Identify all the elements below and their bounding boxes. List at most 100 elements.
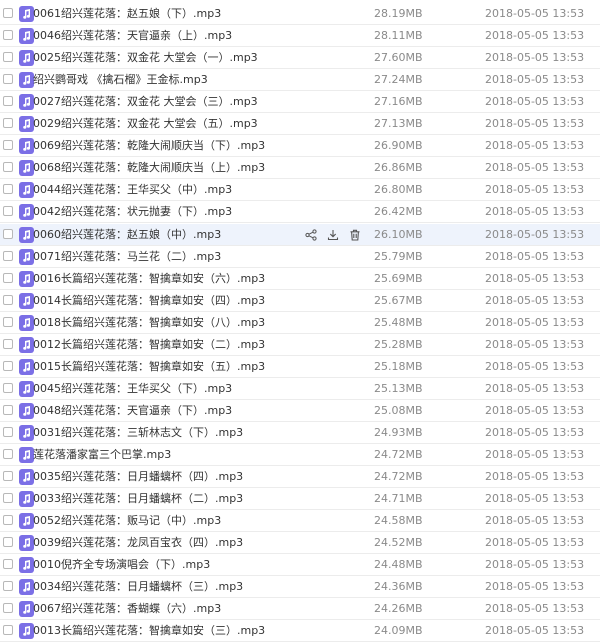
file-row[interactable]: 0039绍兴莲花落：龙凤百宝衣（四）.mp3 24.52MB 2018-05-0… <box>0 532 600 555</box>
row-checkbox[interactable] <box>3 426 13 437</box>
row-checkbox[interactable] <box>3 184 13 195</box>
file-row[interactable]: 0067绍兴莲花落：香蝴蝶（六）.mp3 24.26MB 2018-05-05 … <box>0 598 600 621</box>
row-checkbox[interactable] <box>3 206 13 217</box>
file-name[interactable]: 0068绍兴莲花落：乾隆大闹顺庆当（上）.mp3 <box>33 157 265 179</box>
file-name[interactable]: 0071绍兴莲花落：马兰花（二）.mp3 <box>33 246 221 268</box>
row-checkbox[interactable] <box>3 228 13 239</box>
row-checkbox[interactable] <box>3 74 13 85</box>
music-file-icon <box>19 138 34 155</box>
file-row[interactable]: 0018长篇绍兴莲花落：智擒章如安（八）.mp3 25.48MB 2018-05… <box>0 312 600 334</box>
file-name[interactable]: 0044绍兴莲花落：王华买父（中）.mp3 <box>33 179 232 201</box>
file-row[interactable]: 0044绍兴莲花落：王华买父（中）.mp3 26.80MB 2018-05-05… <box>0 179 600 202</box>
file-name[interactable]: 0013长篇绍兴莲花落：智擒章如安（三）.mp3 <box>33 620 265 642</box>
file-row[interactable]: 0061绍兴莲花落：赵五娘（下）.mp3 28.19MB 2018-05-05 … <box>0 3 600 25</box>
row-checkbox[interactable] <box>3 140 13 151</box>
music-file-icon <box>19 226 34 243</box>
file-name[interactable]: 0048绍兴莲花落：天官逼亲（下）.mp3 <box>33 400 232 422</box>
file-name[interactable]: 0010倪齐全专场演唱会（下）.mp3 <box>33 554 210 576</box>
file-row[interactable]: 0016长篇绍兴莲花落：智擒章如安（六）.mp3 25.69MB 2018-05… <box>0 268 600 290</box>
file-row[interactable]: 0034绍兴莲花落：日月蟠螭杯（三）.mp3 24.36MB 2018-05-0… <box>0 576 600 599</box>
row-checkbox[interactable] <box>3 382 13 393</box>
file-name[interactable]: 绍兴鹦哥戏 《擒石榴》王金标.mp3 <box>33 69 208 91</box>
file-name[interactable]: 0034绍兴莲花落：日月蟠螭杯（三）.mp3 <box>33 576 243 598</box>
music-file-icon <box>19 491 34 508</box>
file-row[interactable]: 0068绍兴莲花落：乾隆大闹顺庆当（上）.mp3 26.86MB 2018-05… <box>0 157 600 180</box>
file-row[interactable]: 0029绍兴莲花落：双金花 大堂会（五）.mp3 27.13MB 2018-05… <box>0 113 600 136</box>
row-checkbox[interactable] <box>3 603 13 614</box>
file-row[interactable]: 0014长篇绍兴莲花落：智擒章如安（四）.mp3 25.67MB 2018-05… <box>0 290 600 312</box>
trash-icon[interactable] <box>347 227 363 243</box>
row-checkbox[interactable] <box>3 559 13 570</box>
file-name[interactable]: 0039绍兴莲花落：龙凤百宝衣（四）.mp3 <box>33 532 243 554</box>
row-checkbox[interactable] <box>3 250 13 261</box>
file-date: 2018-05-05 13:53 <box>485 536 585 550</box>
file-size: 26.80MB <box>374 183 423 197</box>
file-row[interactable]: 0035绍兴莲花落：日月蟠螭杯（四）.mp3 24.72MB 2018-05-0… <box>0 466 600 489</box>
row-checkbox[interactable] <box>3 493 13 504</box>
row-checkbox[interactable] <box>3 8 13 18</box>
row-checkbox[interactable] <box>3 537 13 548</box>
file-row[interactable]: 0027绍兴莲花落：双金花 大堂会（三）.mp3 27.16MB 2018-05… <box>0 91 600 114</box>
file-name[interactable]: 0014长篇绍兴莲花落：智擒章如安（四）.mp3 <box>33 290 265 312</box>
file-name[interactable]: 0067绍兴莲花落：香蝴蝶（六）.mp3 <box>33 598 221 620</box>
row-checkbox[interactable] <box>3 338 13 349</box>
file-row[interactable]: 0012长篇绍兴莲花落：智擒章如安（二）.mp3 25.28MB 2018-05… <box>0 334 600 356</box>
file-name[interactable]: 0018长篇绍兴莲花落：智擒章如安（八）.mp3 <box>33 312 265 334</box>
file-name[interactable]: 0060绍兴莲花落：赵五娘（中）.mp3 <box>33 224 221 246</box>
row-checkbox[interactable] <box>3 294 13 305</box>
row-checkbox[interactable] <box>3 96 13 107</box>
row-checkbox[interactable] <box>3 404 13 415</box>
file-row[interactable]: 0052绍兴莲花落：贩马记（中）.mp3 24.58MB 2018-05-05 … <box>0 510 600 533</box>
file-row[interactable]: 0060绍兴莲花落：赵五娘（中）.mp3 26.10MB 2018-05-05 … <box>0 223 600 246</box>
file-row[interactable]: 0046绍兴莲花落：天官逼亲（上）.mp3 28.11MB 2018-05-05… <box>0 25 600 48</box>
music-file-icon <box>19 557 34 574</box>
row-checkbox[interactable] <box>3 360 13 371</box>
row-checkbox[interactable] <box>3 316 13 327</box>
file-name[interactable]: 0042绍兴莲花落：状元抛妻（下）.mp3 <box>33 201 232 223</box>
file-row[interactable]: 莲花落潘家富三个巴掌.mp3 24.72MB 2018-05-05 13:53 <box>0 444 600 466</box>
file-name[interactable]: 0031绍兴莲花落：三斩林志文（下）.mp3 <box>33 422 243 444</box>
file-row[interactable]: 0013长篇绍兴莲花落：智擒章如安（三）.mp3 24.09MB 2018-05… <box>0 620 600 642</box>
row-checkbox[interactable] <box>3 449 13 459</box>
row-checkbox[interactable] <box>3 162 13 173</box>
row-checkbox[interactable] <box>3 581 13 592</box>
file-size: 25.48MB <box>374 315 423 329</box>
file-name[interactable]: 0012长篇绍兴莲花落：智擒章如安（二）.mp3 <box>33 334 265 356</box>
file-row[interactable]: 0010倪齐全专场演唱会（下）.mp3 24.48MB 2018-05-05 1… <box>0 554 600 577</box>
download-icon[interactable] <box>325 227 341 243</box>
file-row[interactable]: 0048绍兴莲花落：天官逼亲（下）.mp3 25.08MB 2018-05-05… <box>0 400 600 422</box>
file-name[interactable]: 0045绍兴莲花落：王华买父（下）.mp3 <box>33 378 232 400</box>
file-row[interactable]: 0069绍兴莲花落：乾隆大闹顺庆当（下）.mp3 26.90MB 2018-05… <box>0 135 600 158</box>
file-name[interactable]: 0052绍兴莲花落：贩马记（中）.mp3 <box>33 510 221 532</box>
file-name[interactable]: 莲花落潘家富三个巴掌.mp3 <box>33 444 171 466</box>
row-checkbox[interactable] <box>3 118 13 129</box>
file-name[interactable]: 0016长篇绍兴莲花落：智擒章如安（六）.mp3 <box>33 268 265 290</box>
file-row[interactable]: 0033绍兴莲花落：日月蟠螭杯（二）.mp3 24.71MB 2018-05-0… <box>0 488 600 511</box>
row-checkbox[interactable] <box>3 30 13 41</box>
file-row[interactable]: 0045绍兴莲花落：王华买父（下）.mp3 25.13MB 2018-05-05… <box>0 378 600 400</box>
file-row[interactable]: 0015长篇绍兴莲花落：智擒章如安（五）.mp3 25.18MB 2018-05… <box>0 356 600 378</box>
file-name[interactable]: 0061绍兴莲花落：赵五娘（下）.mp3 <box>33 3 221 25</box>
music-file-icon <box>19 50 34 67</box>
file-date: 2018-05-05 13:53 <box>485 161 585 175</box>
file-name[interactable]: 0025绍兴莲花落：双金花 大堂会（一）.mp3 <box>33 47 258 69</box>
share-icon[interactable] <box>303 227 319 243</box>
file-row[interactable]: 绍兴鹦哥戏 《擒石榴》王金标.mp3 27.24MB 2018-05-05 13… <box>0 69 600 92</box>
file-name[interactable]: 0015长篇绍兴莲花落：智擒章如安（五）.mp3 <box>33 356 265 378</box>
row-checkbox[interactable] <box>3 272 13 283</box>
file-row[interactable]: 0025绍兴莲花落：双金花 大堂会（一）.mp3 27.60MB 2018-05… <box>0 47 600 70</box>
row-checkbox[interactable] <box>3 52 13 63</box>
file-name[interactable]: 0027绍兴莲花落：双金花 大堂会（三）.mp3 <box>33 91 258 113</box>
row-checkbox[interactable] <box>3 625 13 636</box>
file-date: 2018-05-05 13:53 <box>485 51 585 65</box>
row-checkbox[interactable] <box>3 515 13 526</box>
file-name[interactable]: 0033绍兴莲花落：日月蟠螭杯（二）.mp3 <box>33 488 243 510</box>
file-name[interactable]: 0029绍兴莲花落：双金花 大堂会（五）.mp3 <box>33 113 258 135</box>
row-checkbox[interactable] <box>3 471 13 482</box>
file-row[interactable]: 0042绍兴莲花落：状元抛妻（下）.mp3 26.42MB 2018-05-05… <box>0 201 600 224</box>
file-name[interactable]: 0046绍兴莲花落：天官逼亲（上）.mp3 <box>33 25 232 47</box>
file-row[interactable]: 0071绍兴莲花落：马兰花（二）.mp3 25.79MB 2018-05-05 … <box>0 246 600 268</box>
file-name[interactable]: 0069绍兴莲花落：乾隆大闹顺庆当（下）.mp3 <box>33 135 265 157</box>
file-name[interactable]: 0035绍兴莲花落：日月蟠螭杯（四）.mp3 <box>33 466 243 488</box>
file-row[interactable]: 0031绍兴莲花落：三斩林志文（下）.mp3 24.93MB 2018-05-0… <box>0 422 600 444</box>
